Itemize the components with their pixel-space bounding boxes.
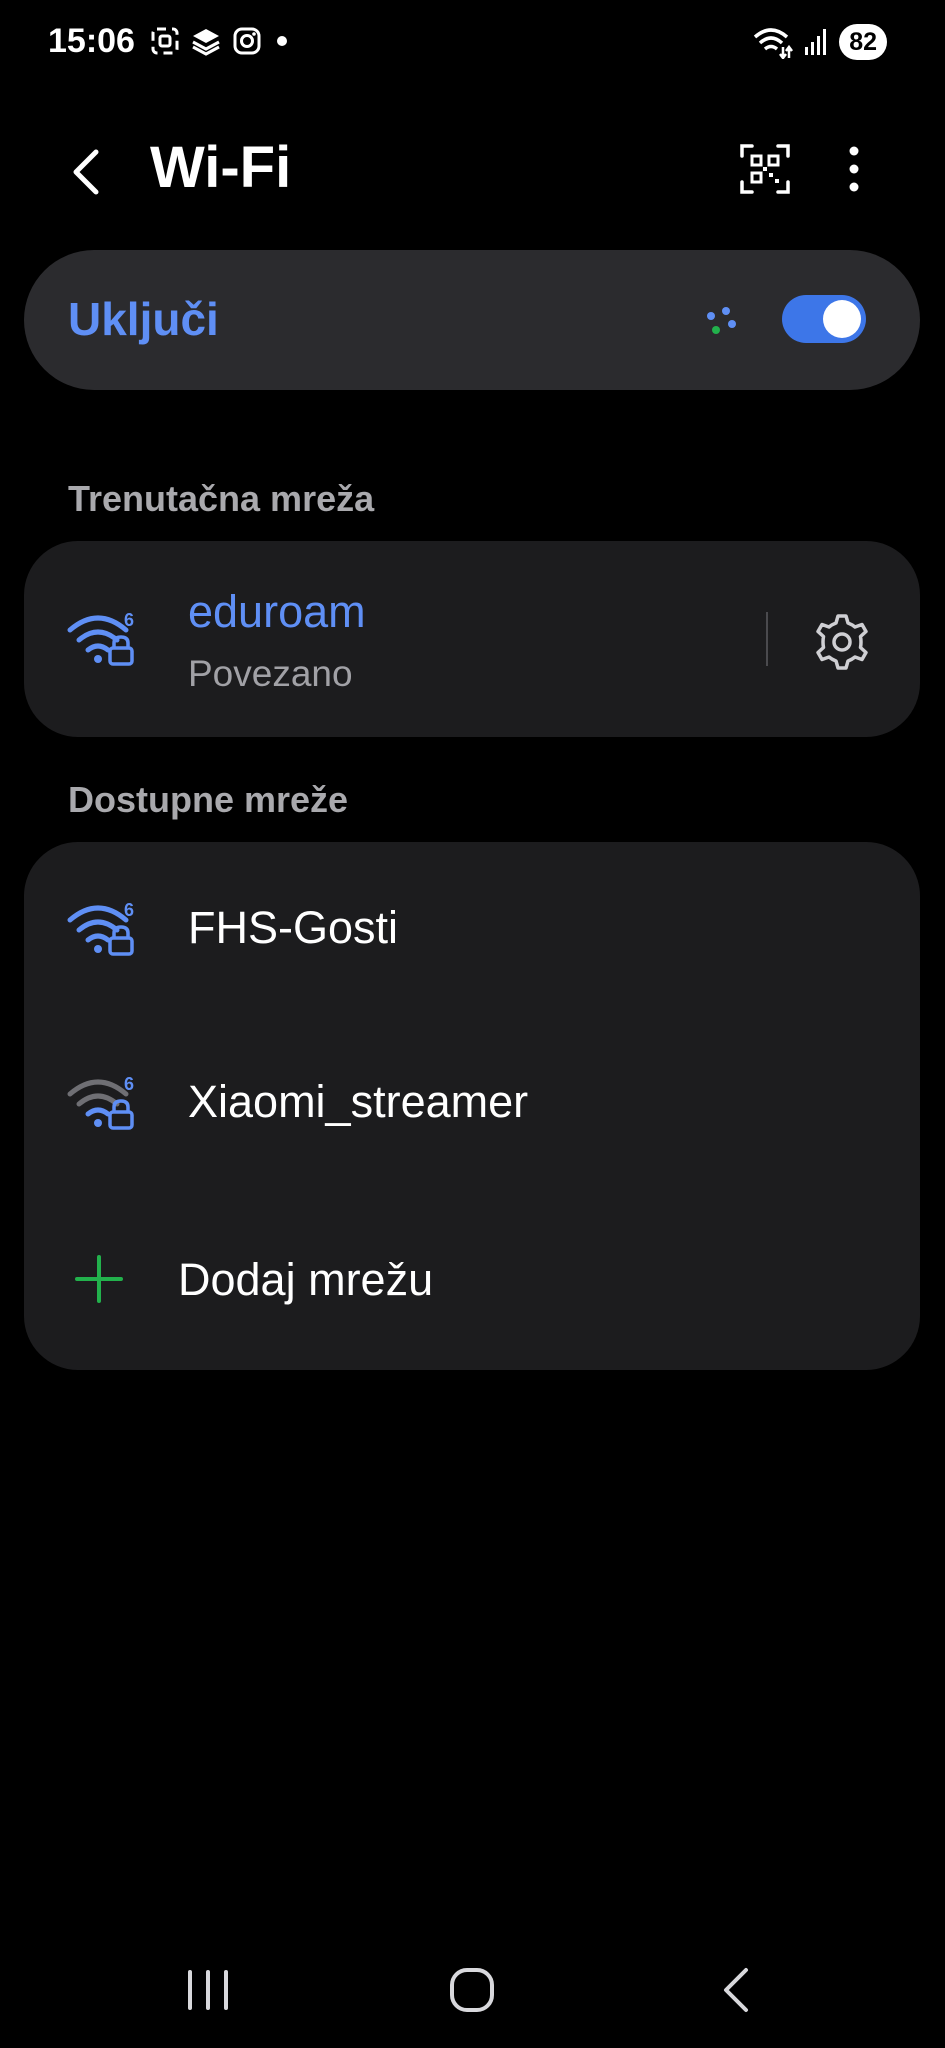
wifi-signal-icon: [754, 28, 794, 59]
app-icon: [192, 29, 220, 56]
wifi-lock-icon: 6: [67, 610, 134, 666]
wifi-lock-icon: 6: [67, 900, 134, 956]
current-network-name: eduroam: [188, 586, 366, 637]
current-network-status: Povezano: [188, 653, 353, 694]
cell-signal-icon: [805, 29, 827, 55]
gear-icon[interactable]: [812, 612, 872, 672]
status-right-icons: 82: [753, 24, 887, 60]
add-network-row[interactable]: [24, 1200, 920, 1356]
svg-text:6: 6: [124, 610, 134, 630]
current-network-heading: Trenutačna mreža: [68, 478, 375, 519]
svg-text:6: 6: [124, 1074, 134, 1094]
available-networks-heading: Dostupne mreže: [68, 779, 349, 820]
recent-apps-icon[interactable]: [173, 1960, 243, 2020]
switch-knob: [823, 300, 861, 338]
network-row-fhs-gosti[interactable]: [24, 850, 920, 1006]
status-time: 15:06: [48, 22, 135, 60]
current-network-card[interactable]: [24, 541, 920, 737]
wifi-toggle-switch[interactable]: [782, 295, 866, 343]
home-icon[interactable]: [437, 1960, 507, 2020]
more-options-icon[interactable]: [834, 142, 874, 196]
wifi-toggle-label: Uključi: [68, 293, 219, 345]
divider: [766, 612, 768, 666]
wifi-lock-weak-icon: 6: [67, 1074, 134, 1130]
back-nav-icon[interactable]: [702, 1960, 772, 2020]
network-name: FHS-Gosti: [188, 902, 399, 953]
qr-code-icon[interactable]: [738, 142, 792, 196]
svg-text:6: 6: [124, 900, 134, 920]
add-network-label: Dodaj mrežu: [178, 1254, 434, 1305]
network-name: Xiaomi_streamer: [188, 1076, 529, 1127]
battery-indicator: 82: [839, 24, 887, 60]
instagram-icon: [233, 27, 261, 55]
back-button[interactable]: [62, 140, 112, 204]
page-title: Wi-Fi: [150, 135, 292, 200]
status-left-icons: [150, 26, 292, 56]
screenshot-icon: [151, 27, 179, 55]
intelligent-wifi-icon[interactable]: [702, 302, 742, 342]
plus-icon: [75, 1255, 123, 1303]
dot-icon: [277, 36, 287, 46]
